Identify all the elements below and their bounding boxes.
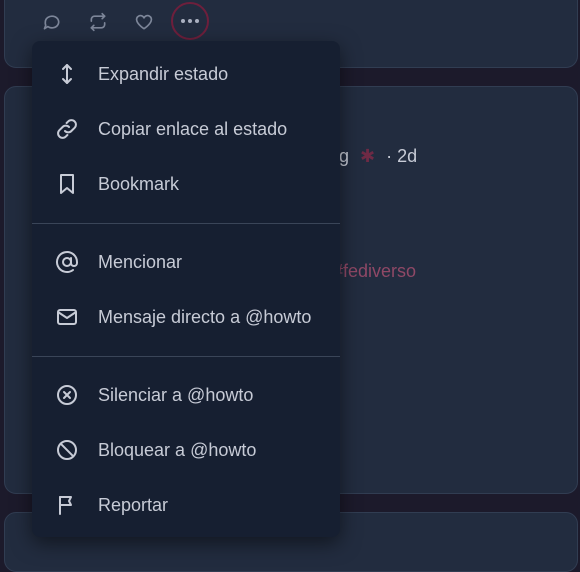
ellipsis-icon bbox=[181, 19, 199, 23]
menu-divider bbox=[32, 223, 340, 224]
mail-icon bbox=[54, 304, 80, 330]
visibility-icon: ✱ bbox=[360, 146, 376, 166]
status-options-menu: Expandir estado Copiar enlace al estado … bbox=[32, 41, 340, 537]
menu-item-label: Mencionar bbox=[98, 251, 183, 272]
reply-icon bbox=[43, 15, 60, 30]
repeat-icon bbox=[90, 12, 106, 32]
favourite-button[interactable] bbox=[133, 11, 155, 33]
menu-item-label: Silenciar a @howto bbox=[98, 384, 254, 405]
flag-icon bbox=[54, 492, 80, 518]
menu-item-report[interactable]: Reportar bbox=[32, 481, 340, 529]
at-sign-icon bbox=[54, 249, 80, 275]
menu-item-copy-link[interactable]: Copiar enlace al estado bbox=[32, 105, 340, 153]
status-timestamp[interactable]: · 2d bbox=[386, 146, 417, 166]
status-actions bbox=[41, 11, 155, 33]
block-icon bbox=[54, 437, 80, 463]
menu-divider bbox=[32, 356, 340, 357]
boost-button[interactable] bbox=[87, 11, 109, 33]
menu-item-label: Expandir estado bbox=[98, 63, 229, 84]
menu-item-label: Bookmark bbox=[98, 173, 180, 194]
menu-item-direct-message[interactable]: Mensaje directo a @howto bbox=[32, 293, 340, 341]
bookmark-icon bbox=[54, 171, 80, 197]
reply-button[interactable] bbox=[41, 11, 63, 33]
menu-item-label: Mensaje directo a @howto bbox=[98, 306, 312, 327]
menu-item-label: Bloquear a @howto bbox=[98, 439, 257, 460]
more-options-button[interactable] bbox=[171, 2, 209, 40]
menu-item-expand[interactable]: Expandir estado bbox=[32, 50, 340, 98]
heart-icon bbox=[135, 14, 153, 30]
link-icon bbox=[54, 116, 80, 142]
menu-item-block[interactable]: Bloquear a @howto bbox=[32, 426, 340, 474]
mute-circle-icon bbox=[54, 382, 80, 408]
expand-vertical-icon bbox=[54, 61, 80, 87]
menu-item-mention[interactable]: Mencionar bbox=[32, 238, 340, 286]
menu-item-bookmark[interactable]: Bookmark bbox=[32, 160, 340, 208]
menu-item-label: Copiar enlace al estado bbox=[98, 118, 288, 139]
menu-item-mute[interactable]: Silenciar a @howto bbox=[32, 371, 340, 419]
menu-item-label: Reportar bbox=[98, 494, 169, 515]
